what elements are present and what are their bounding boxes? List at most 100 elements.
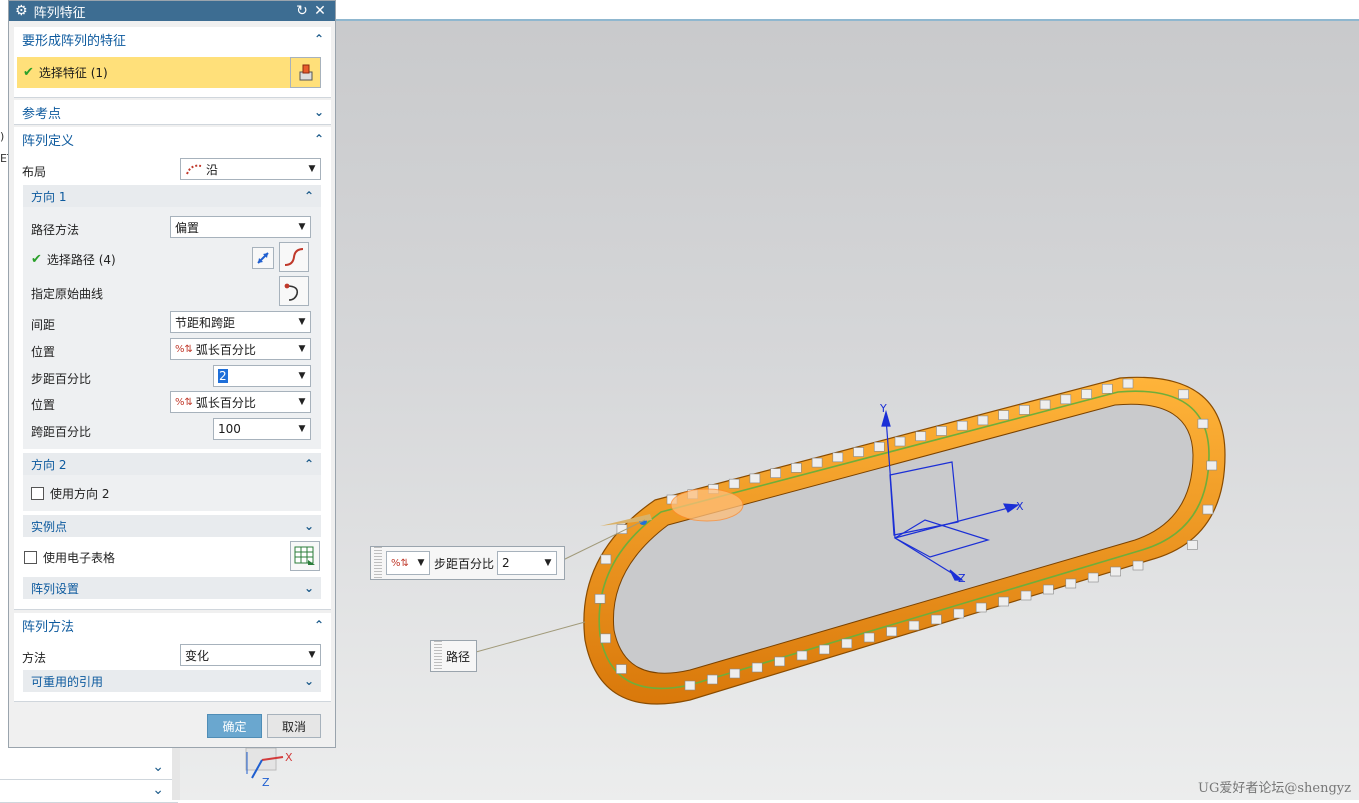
chevron-up-icon[interactable]: ⌃ (307, 132, 331, 146)
use-spreadsheet-label: 使用电子表格 (43, 551, 116, 565)
layout-select[interactable]: 沿 ▼ (180, 158, 321, 180)
chain-link (1043, 584, 1054, 595)
dialog-title: 阵列特征 (33, 5, 86, 21)
chevron-down-icon[interactable]: ⌄ (297, 674, 321, 688)
direction2-header[interactable]: 方向 2 ⌃ (23, 453, 321, 475)
onscreen-position-select[interactable]: %⇅ ▼ (386, 551, 430, 575)
orig-curve-button[interactable] (279, 276, 309, 306)
origin-curve-icon (284, 283, 299, 301)
features-group-header[interactable]: 要形成阵列的特征 ⌃ (14, 27, 331, 51)
reusable-refs-header[interactable]: 可重用的引用 ⌄ (23, 670, 321, 692)
path-method-value: 偏置 (175, 220, 200, 235)
pattern-settings-header[interactable]: 阵列设置 ⌄ (23, 577, 321, 599)
navigator-row-1[interactable]: ⌄ (0, 757, 178, 780)
chain-link (1039, 399, 1051, 410)
select-feature-row[interactable]: ✔ 选择特征 (1) (17, 57, 290, 88)
chain-link (1197, 418, 1209, 429)
ok-button[interactable]: 确定 (207, 714, 262, 738)
cancel-button[interactable]: 取消 (267, 714, 321, 738)
dropdown-arrow-icon: ▼ (298, 397, 306, 407)
ref-point-group-header[interactable]: 参考点 ⌄ (14, 100, 331, 124)
chain-link (1101, 383, 1113, 394)
instance-points-header[interactable]: 实例点 ⌄ (23, 515, 321, 537)
chevron-up-icon[interactable]: ⌃ (297, 457, 321, 471)
chain-link (936, 426, 947, 436)
spacing-select[interactable]: 节距和跨距 ▼ (170, 311, 311, 333)
chevron-up-icon[interactable]: ⌃ (307, 618, 331, 632)
pattern-method-header[interactable]: 阵列方法 ⌃ (14, 613, 331, 637)
chain-link (600, 633, 611, 644)
pattern-definition-header[interactable]: 阵列定义 ⌃ (14, 127, 331, 151)
use-spreadsheet-checkbox[interactable] (24, 551, 37, 564)
select-path-row[interactable]: ✔ 选择路径 (4) (31, 251, 116, 268)
reusable-refs-label: 可重用的引用 (31, 674, 104, 689)
reverse-direction-icon (257, 252, 269, 264)
pitch-pct-input[interactable]: 2 ▼ (213, 365, 311, 387)
onscreen-pitch-value-input[interactable]: 2 ▼ (497, 551, 558, 575)
gear-icon: ⚙ (15, 3, 28, 19)
ref-point-group-label: 参考点 (22, 106, 62, 122)
span-pct-value: 100 (218, 422, 241, 436)
chain-link (728, 478, 740, 489)
chain-link (1132, 560, 1144, 571)
chain-link (998, 410, 1009, 420)
selected-feature-highlight (670, 488, 744, 522)
ref-point-group: 参考点 ⌄ (14, 100, 331, 125)
view-triad (245, 747, 284, 779)
graphics-window-top (336, 0, 1359, 21)
onscreen-path-label[interactable]: 路径 (430, 640, 477, 672)
position2-select[interactable]: %⇅ 弧长百分比 ▼ (170, 391, 311, 413)
reverse-direction-button[interactable] (252, 247, 274, 269)
checkmark-icon: ✔ (23, 65, 34, 80)
select-feature-button[interactable] (290, 57, 321, 88)
method-value: 变化 (185, 648, 210, 663)
chevron-down-icon[interactable]: ⌄ (307, 105, 331, 119)
chain-link (908, 620, 920, 631)
direction2-label: 方向 2 (31, 457, 67, 472)
use-direction2-checkbox[interactable] (31, 487, 44, 500)
chain-link (931, 614, 942, 625)
path-method-select[interactable]: 偏置 ▼ (170, 216, 311, 238)
chevron-up-icon[interactable]: ⌃ (297, 189, 321, 203)
chain-link (751, 662, 763, 673)
reset-icon[interactable]: ↻ (293, 3, 311, 19)
span-pct-input[interactable]: 100 ▼ (213, 418, 311, 440)
instance-points-label: 实例点 (31, 519, 68, 534)
chevron-down-icon[interactable]: ⌄ (152, 782, 164, 798)
chain-link (1020, 590, 1032, 601)
drag-grip-icon[interactable] (374, 547, 382, 579)
direction1-label: 方向 1 (31, 189, 67, 204)
pattern-feature-dialog: ⚙ 阵列特征 ↻ ✕ 要形成阵列的特征 ⌃ ✔ 选择特征 (1) 参考点 ⌄ 阵… (8, 0, 336, 748)
chain-link (863, 632, 875, 643)
use-direction2-row[interactable]: 使用方向 2 (31, 485, 109, 502)
view-triad-z: Z (262, 776, 270, 789)
view-triad-x: X (285, 751, 293, 764)
dropdown-arrow-icon: ▼ (308, 650, 316, 660)
onscreen-pitch-label: 步距百分比 (434, 556, 495, 571)
chain-link (886, 626, 897, 637)
chevron-down-icon[interactable]: ⌄ (152, 759, 164, 775)
drag-grip-icon[interactable] (434, 641, 442, 671)
curve-select-button[interactable] (279, 242, 309, 272)
chain-link (1081, 389, 1092, 399)
span-pct-label: 跨距百分比 (31, 425, 92, 439)
onscreen-pitch-input[interactable]: %⇅ ▼ 步距百分比 2 ▼ (370, 546, 565, 580)
chevron-down-icon[interactable]: ⌄ (297, 581, 321, 595)
spreadsheet-button[interactable] (290, 541, 320, 571)
chain-link (1178, 389, 1189, 400)
method-select[interactable]: 变化 ▼ (180, 644, 321, 666)
dropdown-arrow-icon: ▼ (417, 558, 425, 568)
chain-link (832, 452, 844, 463)
reusable-refs-section: 可重用的引用 ⌄ (23, 670, 321, 692)
arc-percent-icon: %⇅ (175, 396, 193, 408)
layout-value: 沿 (206, 162, 219, 177)
dropdown-arrow-icon: ▼ (298, 317, 306, 327)
use-spreadsheet-row[interactable]: 使用电子表格 (24, 549, 115, 566)
close-icon[interactable]: ✕ (311, 3, 329, 19)
chevron-down-icon[interactable]: ⌄ (297, 519, 321, 533)
position1-select[interactable]: %⇅ 弧长百分比 ▼ (170, 338, 311, 360)
edge-text-1: ) (0, 130, 5, 143)
direction1-header[interactable]: 方向 1 ⌃ (23, 185, 321, 207)
pitch-pct-label: 步距百分比 (31, 372, 92, 386)
chevron-up-icon[interactable]: ⌃ (307, 32, 331, 46)
